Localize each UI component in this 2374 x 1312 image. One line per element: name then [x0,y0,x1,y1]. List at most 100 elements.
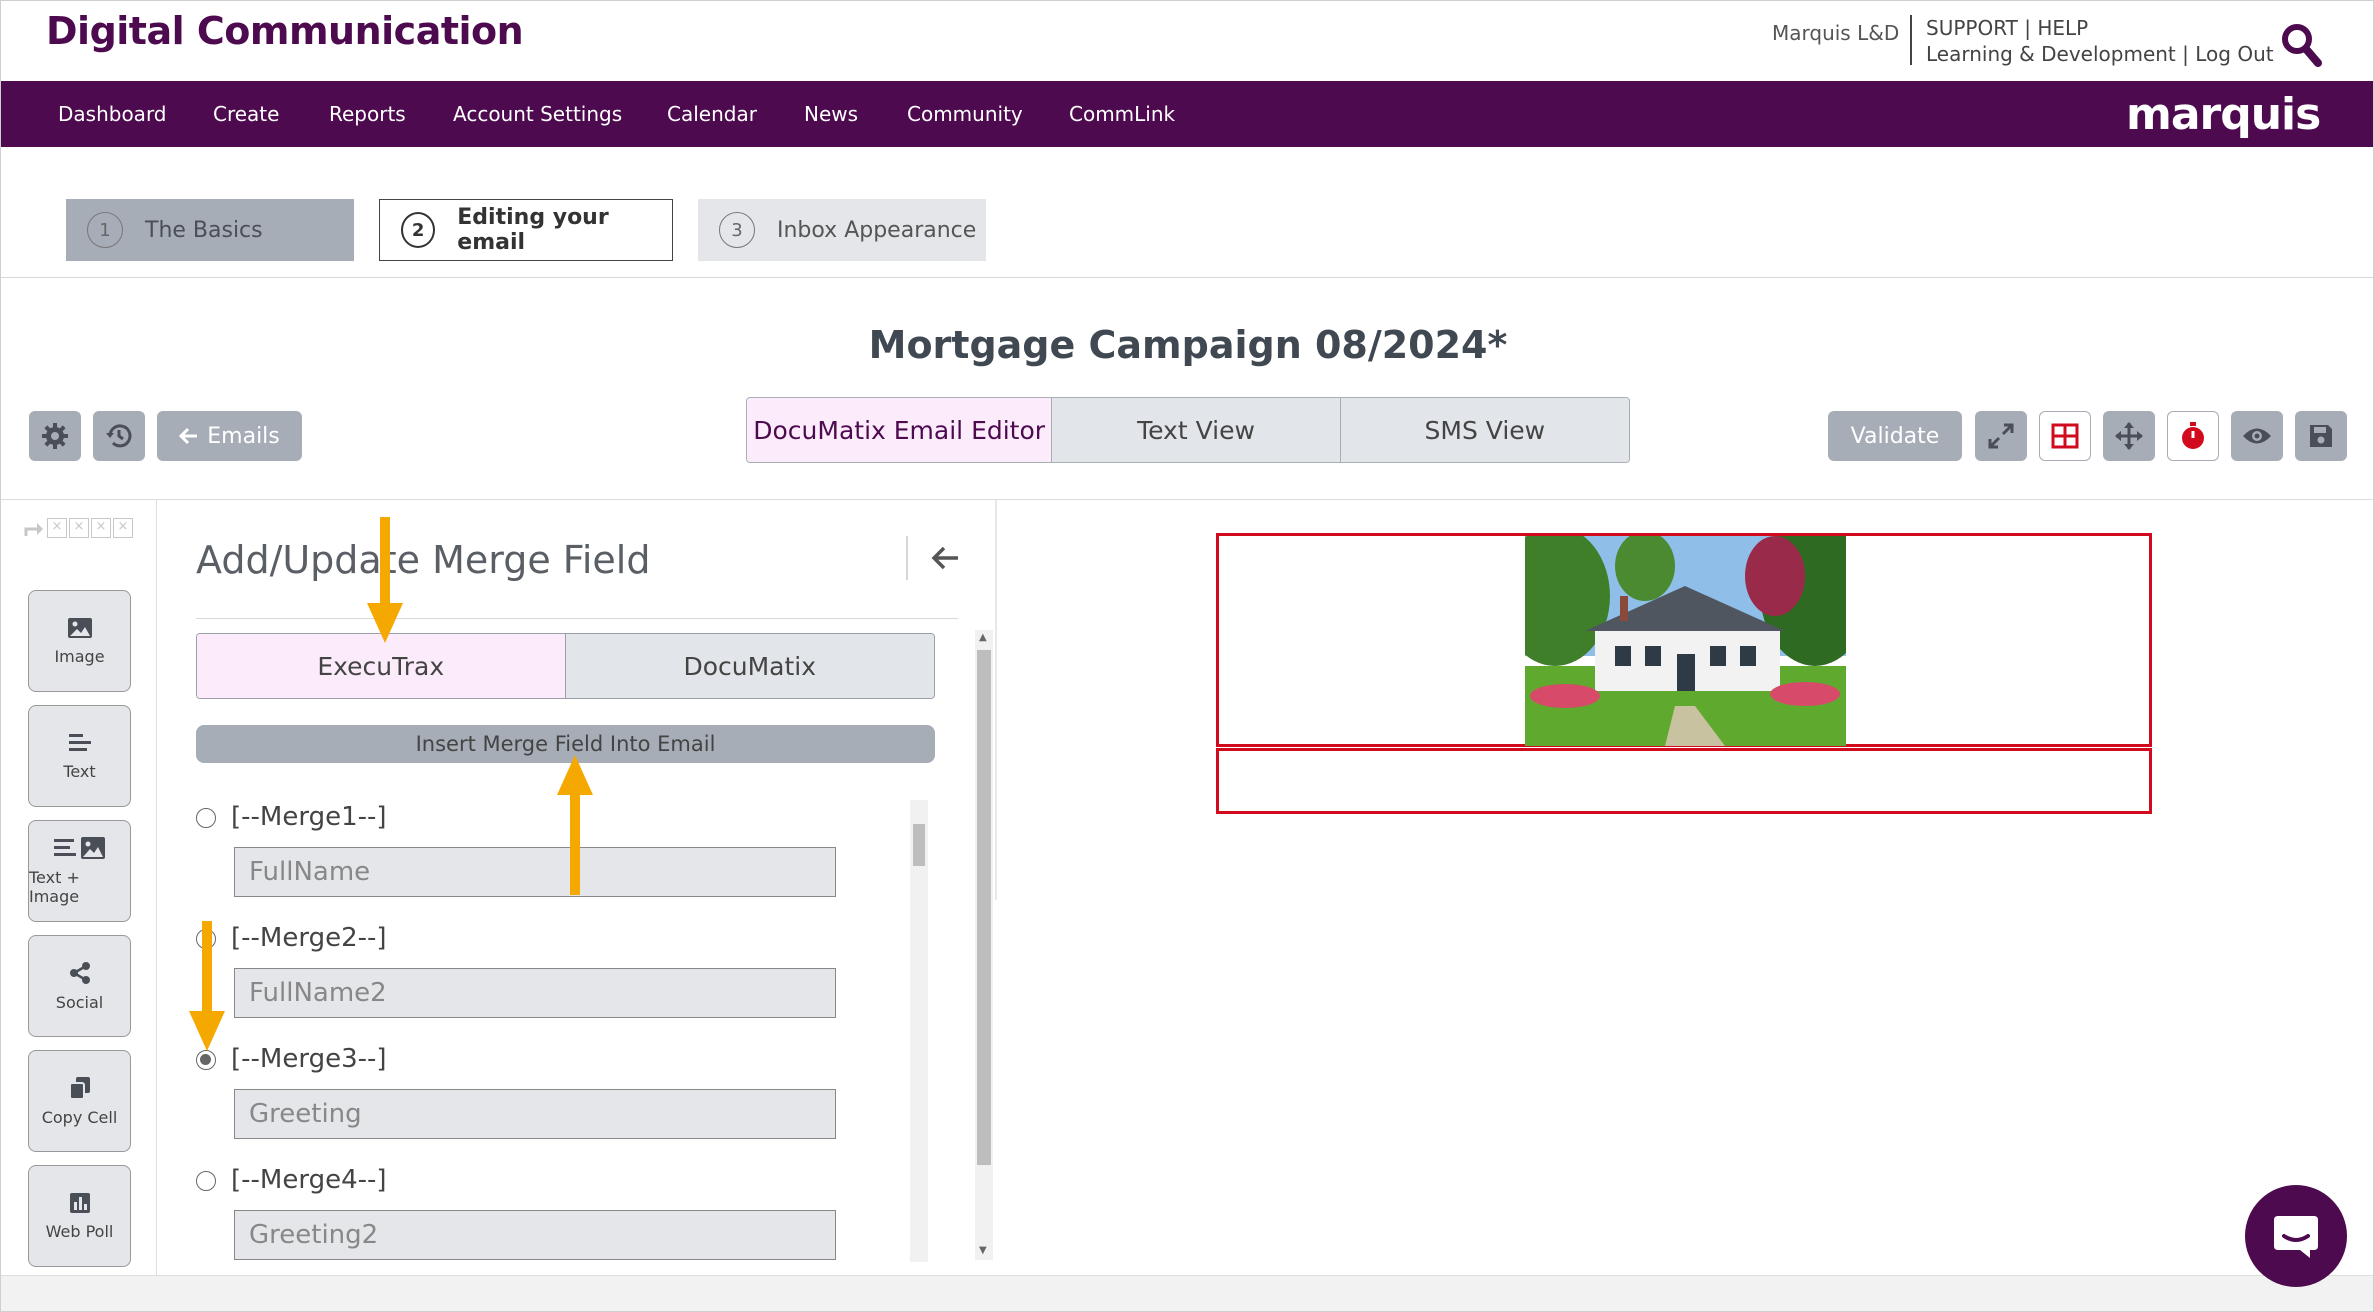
header-divider [1910,15,1912,65]
nav-create[interactable]: Create [213,102,279,126]
merge-value-field[interactable] [234,847,836,897]
link-separator: | [2182,42,2189,66]
step-editing-email[interactable]: 2 Editing your email [379,199,673,261]
block-web-poll[interactable]: Web Poll [28,1165,131,1267]
merge-radio-selected[interactable] [196,1050,216,1070]
merge-field-item: [--Merge2--] [196,923,896,1045]
history-button[interactable] [93,411,145,461]
block-label: Web Poll [45,1221,114,1241]
brand-title: Digital Communication [46,9,524,53]
save-icon [2310,425,2332,447]
link-separator: | [2024,16,2031,40]
stopwatch-icon [2182,422,2204,449]
close-icon[interactable]: × [113,518,133,538]
gear-icon [42,423,68,449]
tab-documatix[interactable]: DocuMatix [565,634,934,698]
copy-icon [68,1076,90,1100]
preview-button[interactable] [2231,411,2283,461]
annotation-arrow-down-icon [189,921,225,1051]
merge-source-tabs: ExecuTrax DocuMatix [196,633,935,699]
redo-icon[interactable] [23,518,45,538]
validate-button[interactable]: Validate [1828,411,1962,461]
list-scrollbar[interactable] [910,800,928,1262]
house-photo [1525,536,1846,746]
nav-calendar[interactable]: Calendar [667,102,757,126]
panel-edge [995,500,997,900]
move-arrows-icon [2115,422,2143,450]
merge-value-field[interactable] [234,1210,836,1260]
timer-button[interactable] [2167,411,2219,461]
expand-button[interactable] [1975,411,2027,461]
merge-field-item: [--Merge3--] [196,1044,896,1166]
marquis-logo: marquis [2126,89,2321,140]
app-header: Digital Communication Marquis L&D SUPPOR… [1,1,2373,81]
step-label: The Basics [145,217,263,243]
settings-button[interactable] [29,411,81,461]
tab-text-view[interactable]: Text View [1051,398,1340,462]
merge-radio[interactable] [196,808,216,828]
content-blocks-sidebar: × × × × Image Text Text + Image Social C… [1,500,157,1275]
share-icon [69,961,90,984]
scrollbar-thumb[interactable] [977,650,991,1165]
block-label: Text + Image [29,868,80,906]
campaign-title: Mortgage Campaign 08/2024* [868,323,1508,367]
merge-radio[interactable] [196,1171,216,1191]
text-image-icon [53,837,105,859]
grid-layout-button[interactable] [2039,411,2091,461]
editor-view-tabs: DocuMatix Email Editor Text View SMS Vie… [746,397,1630,463]
arrow-left-icon [179,427,198,445]
close-icon[interactable]: × [47,518,67,538]
step-the-basics[interactable]: 1 The Basics [66,199,354,261]
status-bar [1,1275,2373,1311]
panel-scrollbar[interactable]: ▲ ▼ [975,630,993,1260]
support-link[interactable]: SUPPORT [1926,16,2018,40]
org-link[interactable]: Learning & Development [1926,42,2176,66]
nav-reports[interactable]: Reports [329,102,406,126]
merge-tag: [--Merge2--] [231,923,387,953]
arrow-left-icon [931,546,958,570]
merge-value-field[interactable] [234,968,836,1018]
close-icon[interactable]: × [91,518,111,538]
tab-sms-view[interactable]: SMS View [1339,398,1629,462]
nav-dashboard[interactable]: Dashboard [58,102,167,126]
email-image-row[interactable] [1216,533,2152,747]
email-text-row[interactable] [1216,748,2152,814]
scrollbar-thumb[interactable] [913,824,925,866]
scroll-up-icon[interactable]: ▲ [979,632,987,643]
expand-icon [1988,423,2014,449]
nav-commlink[interactable]: CommLink [1069,102,1175,126]
chat-button[interactable] [2245,1185,2347,1287]
block-social[interactable]: Social [28,935,131,1037]
logout-link[interactable]: Log Out [2195,42,2273,66]
step-inbox-appearance[interactable]: 3 Inbox Appearance [698,199,986,261]
nav-account-settings[interactable]: Account Settings [453,102,622,126]
nav-news[interactable]: News [804,102,858,126]
step-label: Inbox Appearance [777,217,977,243]
step-number: 3 [719,212,755,248]
text-lines-icon [68,733,91,751]
block-label: Copy Cell [41,1107,118,1127]
emails-label: Emails [207,423,280,449]
block-copy-cell[interactable]: Copy Cell [28,1050,131,1152]
chat-bubble-icon [2274,1216,2318,1258]
close-icon[interactable]: × [69,518,89,538]
merge-tag: [--Merge1--] [231,802,387,832]
back-to-emails-button[interactable]: Emails [157,411,302,461]
search-icon[interactable] [2279,21,2323,69]
block-text[interactable]: Text [28,705,131,807]
scroll-down-icon[interactable]: ▼ [979,1245,987,1256]
help-link[interactable]: HELP [2037,16,2088,40]
tab-documatix-email-editor[interactable]: DocuMatix Email Editor [747,398,1052,462]
block-label: Text [63,761,96,781]
support-links: SUPPORT | HELP Learning & Development | … [1926,15,2274,67]
close-panel-button[interactable] [926,538,966,578]
block-label: Image [54,646,105,666]
panel-separator [906,536,908,580]
nav-community[interactable]: Community [907,102,1023,126]
block-image[interactable]: Image [28,590,131,692]
move-button[interactable] [2103,411,2155,461]
block-text-image[interactable]: Text + Image [28,820,131,922]
app-window: Digital Communication Marquis L&D SUPPOR… [0,0,2374,1312]
save-button[interactable] [2295,411,2347,461]
merge-value-field[interactable] [234,1089,836,1139]
